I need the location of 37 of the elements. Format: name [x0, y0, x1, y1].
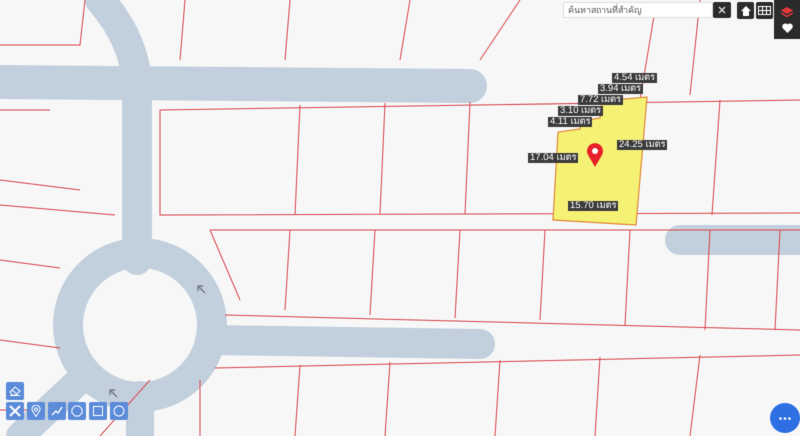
- circle-button[interactable]: [110, 402, 128, 420]
- direction-arrow-icon: [197, 285, 206, 294]
- layers-icon[interactable]: [781, 6, 793, 18]
- tools-icon: [9, 405, 21, 417]
- rectangle-button[interactable]: [89, 402, 107, 420]
- more-button[interactable]: [770, 403, 800, 433]
- measurement-label: 3.94 เมตร: [598, 84, 644, 94]
- measurement-label: 4.54 เมตร: [612, 73, 658, 83]
- rectangle-icon: [92, 405, 104, 417]
- grid-button[interactable]: [756, 2, 773, 19]
- measurement-label: 17.04 เมตร: [528, 153, 578, 163]
- more-icon: [779, 416, 791, 420]
- grid-icon: [758, 6, 771, 15]
- road: [126, 381, 154, 436]
- line-button[interactable]: [48, 402, 66, 420]
- measurement-label: 24.25 เมตร: [617, 140, 668, 150]
- eraser-icon: [9, 386, 21, 396]
- heart-icon[interactable]: [782, 22, 792, 32]
- measurement-label: 4.11 เมตร: [548, 117, 592, 127]
- measurement-label: 3.10 เมตร: [558, 106, 604, 116]
- house-icon: [740, 4, 752, 16]
- marker-button[interactable]: [27, 402, 45, 420]
- polygon-icon: [71, 405, 83, 417]
- search-field[interactable]: ค้นหาสถานที่สำคัญ: [563, 2, 713, 18]
- home-button[interactable]: [737, 2, 754, 19]
- tools-button[interactable]: [6, 402, 24, 420]
- polygon-button[interactable]: [68, 402, 86, 420]
- clear-button[interactable]: [713, 2, 731, 18]
- eraser-button[interactable]: [6, 382, 24, 400]
- measurement-label: 15.70 เมตร: [568, 201, 618, 211]
- pin-icon: [31, 405, 41, 417]
- direction-arrow-icon: [109, 389, 118, 398]
- polyline-icon: [51, 406, 63, 416]
- measurement-label: 7.72 เมตร: [578, 95, 624, 105]
- close-icon: [718, 6, 726, 14]
- circle-icon: [113, 405, 125, 417]
- location-pin-icon: [587, 143, 603, 167]
